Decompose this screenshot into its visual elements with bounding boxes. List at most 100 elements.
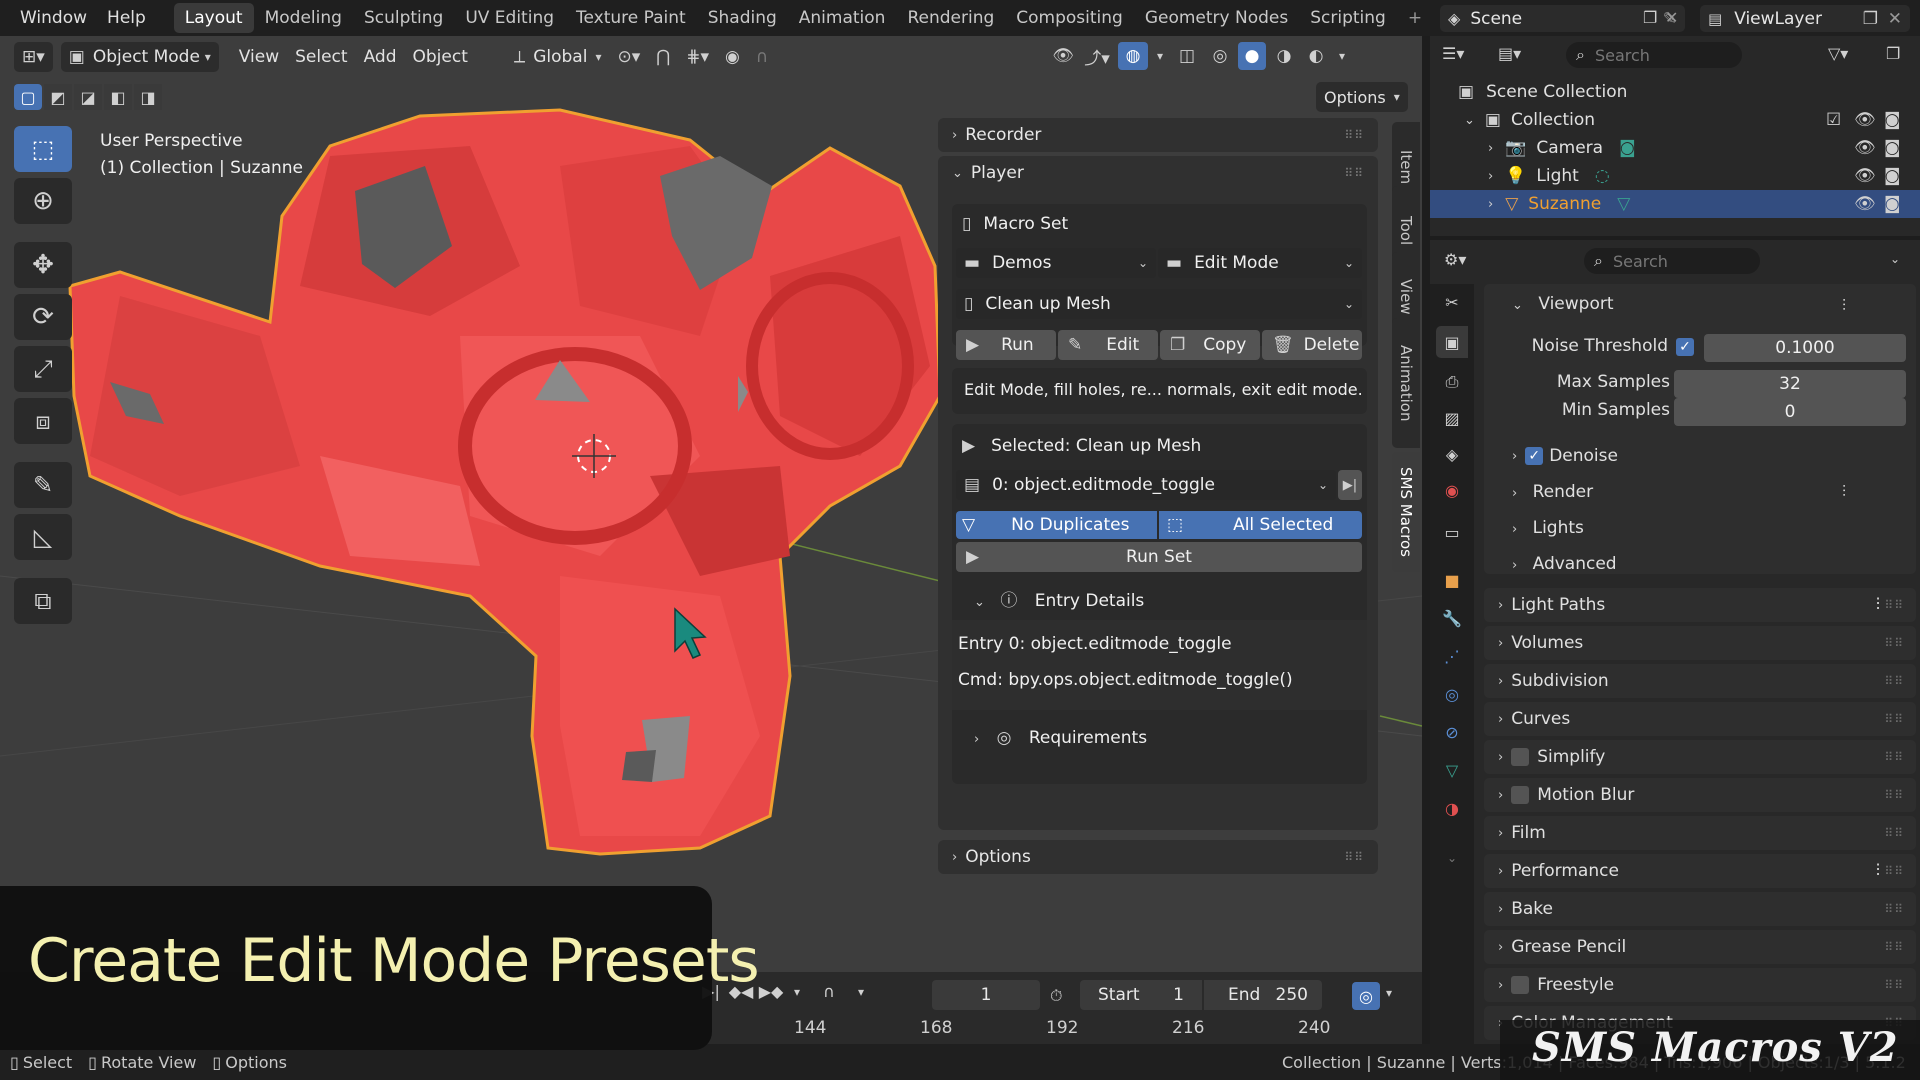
menu-window[interactable]: Window [10,0,97,36]
object-tab[interactable]: ■ [1436,564,1468,596]
snap-target-button[interactable]: ⋕▾ [678,42,717,72]
options-button[interactable]: Options ▾ [1316,82,1408,112]
outliner-row-collection[interactable]: ⌄ ▣ Collection ☑ 👁 ◙ [1430,106,1920,134]
chevron-down-icon[interactable]: ▾ [1386,986,1392,1000]
requirements-header[interactable]: › ◎ Requirements [974,728,1147,748]
transform-tool[interactable]: ⧈ [14,398,72,444]
start-frame-field[interactable]: Start 1 [1080,980,1202,1010]
options-panel-header[interactable]: › Options ⠿⠿ [938,840,1378,874]
entry-details-header[interactable]: ⌄ ⓘ Entry Details [974,586,1144,611]
new-collection-icon[interactable]: ❐ [1886,44,1900,63]
section-film[interactable]: › Film ⠿⠿ [1484,816,1916,850]
stopwatch-icon[interactable]: ⏱ [1050,986,1062,1006]
tab-sculpting[interactable]: Sculpting [353,3,454,33]
outliner-row-light[interactable]: › 💡 Light ◌ 👁 ◙ [1430,162,1920,190]
cursor-tool[interactable]: ⊕ [14,178,72,224]
mode-filter-dropdown[interactable]: ▬ Edit Mode ⌄ [1158,248,1362,278]
outliner-search[interactable]: ⌕ Search [1566,42,1742,68]
entry-dropdown[interactable]: ▤ 0: object.editmode_toggle ⌄ [956,470,1336,500]
drag-grip-icon[interactable]: ⠿⠿ [1884,978,1904,992]
select-subtract-icon[interactable]: ◪ [74,84,102,110]
tab-layout[interactable]: Layout [173,3,254,33]
drag-grip-icon[interactable]: ⠿⠿ [1884,940,1904,954]
constraints-tab[interactable]: ⊘ [1436,716,1468,748]
auto-keying-icon[interactable]: ∩ [812,982,846,1001]
camera-render-icon[interactable]: ◙ [1884,110,1901,130]
lights-subpanel-row[interactable]: › Lights [1512,518,1584,538]
overlay-icon[interactable]: ◍ [1118,42,1148,70]
tab-shading[interactable]: Shading [697,3,788,33]
new-scene-icon[interactable]: ❐ [1643,8,1657,27]
drag-grip-icon[interactable]: ⠿⠿ [1344,128,1364,142]
section-bake[interactable]: › Bake ⠿⠿ [1484,892,1916,926]
menu-view[interactable]: View [231,42,287,72]
drag-grip-icon[interactable]: ⠿⠿ [1884,712,1904,726]
select-intersect-icon[interactable]: ◨ [134,84,162,110]
data-tab[interactable]: ▽ [1436,754,1468,786]
solid-shading-icon[interactable]: ● [1238,42,1266,70]
section-simplify[interactable]: › Simplify ⠿⠿ [1484,740,1916,774]
camera-render-icon[interactable]: ◙ [1884,166,1901,186]
select-extend-icon[interactable]: ◩ [44,84,72,110]
chevron-down-icon[interactable]: ▾ [1334,49,1350,63]
display-mode-icon[interactable]: ▤▾ [1498,44,1521,63]
chevron-down-icon[interactable]: ▾ [854,982,868,1001]
menu-help[interactable]: Help [97,0,156,36]
tab-modeling[interactable]: Modeling [254,3,353,33]
eye-icon[interactable]: 👁 [1854,138,1876,158]
presets-icon[interactable]: ⫶ [1876,595,1880,615]
section-freestyle[interactable]: › Freestyle ⠿⠿ [1484,968,1916,1002]
delete-button[interactable]: 🗑 Delete [1262,330,1362,360]
run-button[interactable]: ▶ Run [956,330,1056,360]
scale-tool[interactable]: ⤢ [14,346,72,392]
tab-texture-paint[interactable]: Texture Paint [565,3,697,33]
denoise-row[interactable]: › ✓ Denoise [1512,446,1618,466]
falloff-button[interactable]: ∩ [748,42,776,72]
chevron-down-icon[interactable]: ▾ [1152,49,1168,63]
drag-grip-icon[interactable]: ⠿⠿ [1344,166,1364,180]
tab-geometry-nodes[interactable]: Geometry Nodes [1134,3,1299,33]
select-invert-icon[interactable]: ◧ [104,84,132,110]
eye-icon[interactable]: 👁 [1854,110,1876,130]
presets-icon[interactable]: ⫶ [1842,482,1846,502]
run-set-button[interactable]: ▶ Run Set [956,542,1362,572]
chevron-right-icon[interactable]: › [1488,197,1493,212]
current-frame-field[interactable]: 1 [932,980,1040,1010]
proportional-edit-toggle[interactable]: ◉ [717,42,748,72]
drag-grip-icon[interactable]: ⠿⠿ [1884,674,1904,688]
presets-icon[interactable]: ⫶ [1876,861,1880,881]
physics-tab[interactable]: ◎ [1436,678,1468,710]
macro-dropdown[interactable]: ▯ Clean up Mesh ⌄ [956,289,1362,319]
chevron-right-icon[interactable]: › [1488,141,1493,156]
new-view-layer-icon[interactable]: ❐ [1863,9,1878,29]
section-subdivision[interactable]: › Subdivision ⠿⠿ [1484,664,1916,698]
drag-grip-icon[interactable]: ⠿⠿ [1884,788,1904,802]
chevron-down-icon[interactable]: ⌄ [1464,113,1475,128]
delete-view-layer-icon[interactable]: ✕ [1888,9,1902,29]
add-workspace-icon[interactable]: + [1397,3,1433,33]
camera-render-icon[interactable]: ◙ [1884,138,1901,158]
keyframe-next-icon[interactable]: ▶◆ [759,982,784,1001]
drag-grip-icon[interactable]: ⠿⠿ [1884,826,1904,840]
xray-icon[interactable]: ◫ [1172,46,1202,66]
drag-grip-icon[interactable]: ⠿⠿ [1884,750,1904,764]
select-new-icon[interactable]: ▢ [14,84,42,110]
tab-rendering[interactable]: Rendering [896,3,1005,33]
end-frame-field[interactable]: End 250 [1204,980,1322,1010]
edit-button[interactable]: ✎ Edit [1058,330,1158,360]
drag-grip-icon[interactable]: ⠿⠿ [1344,850,1364,864]
viewport-subpanel-header[interactable]: ⌄ Viewport [1512,294,1614,314]
scene-tab[interactable]: ◈ [1436,438,1468,470]
menu-select[interactable]: Select [287,42,355,72]
outliner-row-suzanne[interactable]: › ▽ Suzanne ▽ 👁 ◙ [1430,190,1920,218]
eye-icon[interactable]: 👁 [1854,194,1876,214]
min-samples-field[interactable]: 0 [1674,398,1906,426]
playback-sync-icon[interactable]: ◎ [1352,982,1380,1010]
pivot-point-button[interactable]: ⊙▾ [609,42,648,72]
chevron-down-icon[interactable]: ⌄ [1890,252,1900,266]
view-layer-tab[interactable]: ▨ [1436,402,1468,434]
category-dropdown[interactable]: ▬ Demos ⌄ [956,248,1156,278]
advanced-subpanel-row[interactable]: › Advanced [1512,554,1617,574]
transform-orientation[interactable]: ⟂ Global ▾ [506,42,610,72]
sidebar-tab-animation[interactable]: Animation [1392,318,1420,448]
